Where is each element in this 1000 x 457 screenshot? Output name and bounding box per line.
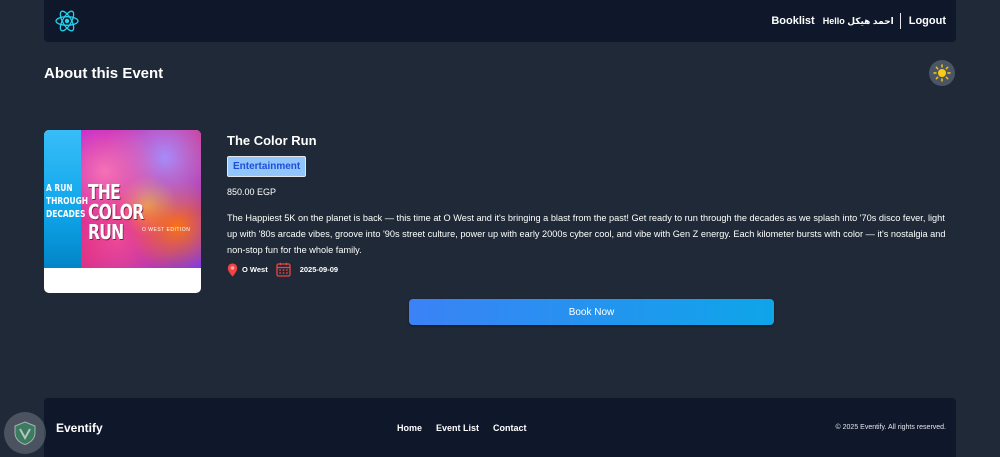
calendar-icon — [276, 262, 291, 277]
category-badge: Entertainment — [227, 156, 307, 177]
poster-title: THE COLOR RUN — [88, 180, 144, 244]
shield-watermark-icon — [4, 412, 46, 454]
event-image-card: A RUN THROUGH DECADES THE COLOR RUN O WE… — [44, 130, 201, 293]
booklist-link[interactable]: Booklist — [771, 15, 814, 27]
footer-link-event-list[interactable]: Event List — [436, 423, 479, 433]
event-date: 2025-09-09 — [276, 262, 338, 277]
footer-link-contact[interactable]: Contact — [493, 423, 527, 433]
nav-right: Booklist Hello احمد هيكل Logout — [771, 13, 946, 29]
user-greeting: Hello احمد هيكل — [822, 15, 894, 26]
page-title: About this Event — [44, 65, 164, 82]
theme-toggle-button[interactable] — [929, 60, 955, 86]
event-location: O West — [227, 263, 268, 277]
event-title: The Color Run — [227, 133, 317, 148]
event-location-label: O West — [242, 265, 268, 274]
footer-link-home[interactable]: Home — [397, 423, 422, 433]
event-meta: O West 2025-09-09 — [227, 262, 338, 277]
event-date-label: 2025-09-09 — [299, 265, 339, 274]
event-price: 850.00 EGP — [227, 187, 277, 197]
footer-copyright: © 2025 Eventify. All rights reserved. — [835, 424, 946, 431]
footer: Eventify Home Event List Contact © 2025 … — [44, 398, 956, 457]
pin-icon — [227, 263, 238, 277]
footer-brand: Eventify — [56, 420, 103, 435]
logout-button[interactable]: Logout — [909, 15, 946, 27]
book-now-button[interactable]: Book Now — [409, 299, 774, 325]
navbar: Booklist Hello احمد هيكل Logout — [44, 0, 956, 42]
event-poster: A RUN THROUGH DECADES THE COLOR RUN O WE… — [44, 130, 201, 268]
event-description: The Happiest 5K on the planet is back — … — [227, 213, 946, 255]
react-logo-icon[interactable] — [54, 8, 80, 34]
poster-edition: O WEST EDITION — [142, 227, 191, 233]
poster-subtitle: A RUN THROUGH DECADES — [46, 183, 89, 220]
footer-links: Home Event List Contact — [397, 423, 527, 433]
sun-icon — [933, 64, 951, 82]
nav-divider — [899, 13, 901, 29]
